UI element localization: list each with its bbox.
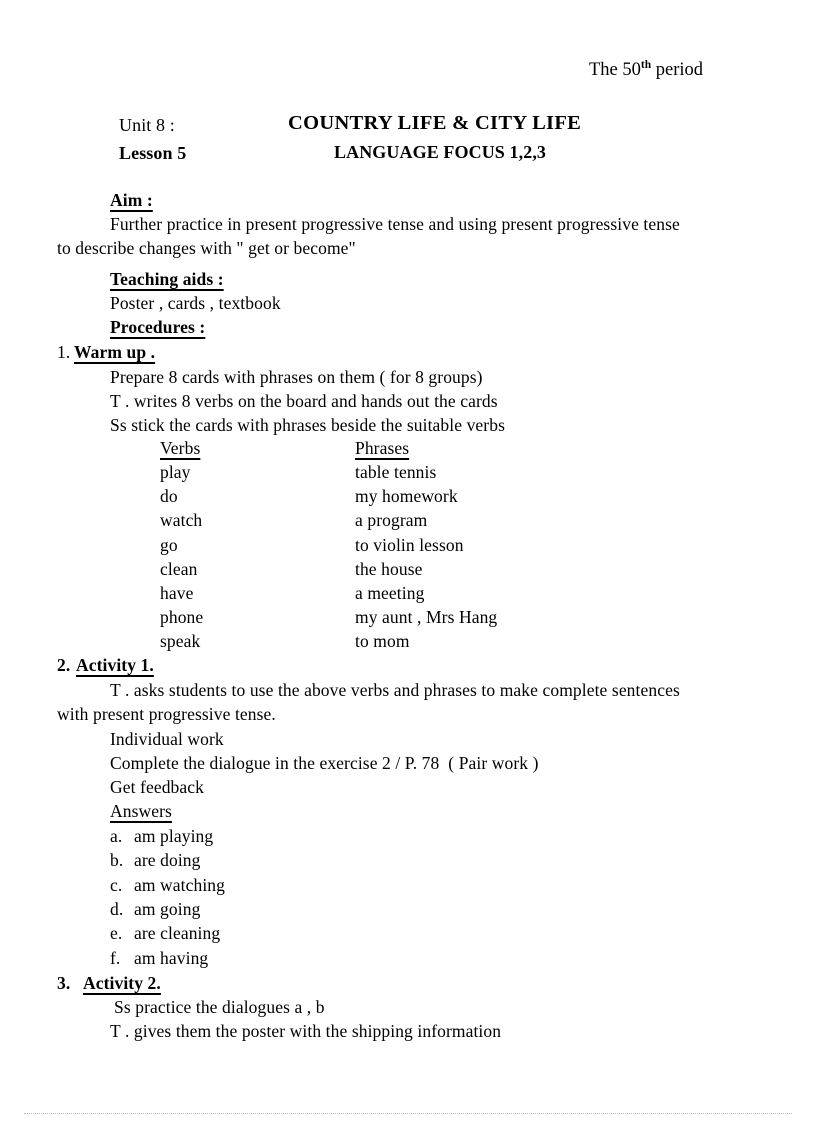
activity-2-heading: Activity 2. — [83, 973, 161, 993]
answer-letter: d. — [110, 899, 124, 919]
page-title: COUNTRY LIFE & CITY LIFE — [288, 112, 582, 134]
table-header-phrases: Phrases — [355, 438, 410, 458]
answers-heading: Answers — [110, 801, 172, 821]
table-row: a program — [355, 510, 428, 530]
activity-1-sub-line-1: Individual work — [110, 729, 224, 749]
table-row: watch — [160, 510, 203, 530]
activity-1-heading: Activity 1. — [76, 655, 154, 675]
table-row: phone — [160, 607, 204, 627]
table-row: clean — [160, 559, 198, 579]
page-subtitle: LANGUAGE FOCUS 1,2,3 — [334, 142, 547, 162]
activity-1-line-2: with present progressive tense. — [57, 704, 276, 724]
lesson-label: Lesson 5 — [119, 143, 187, 163]
document-page: The 50th period Unit 8 : Lesson 5 COUNTR… — [0, 0, 816, 1123]
answer-letter: a. — [110, 826, 123, 846]
aim-line-2: to describe changes with " get or become… — [57, 238, 356, 258]
aim-line-1: Further practice in present progressive … — [110, 214, 680, 234]
activity-1-sub-line-2: Complete the dialogue in the exercise 2 … — [110, 753, 539, 773]
table-row: the house — [355, 559, 423, 579]
aim-heading: Aim : — [110, 190, 153, 210]
activity-2-line-2: T . gives them the poster with the shipp… — [110, 1021, 502, 1041]
warm-up-line-2: T . writes 8 verbs on the board and hand… — [110, 391, 498, 411]
table-header-verbs: Verbs — [160, 438, 201, 458]
answer-text: am playing — [134, 826, 214, 846]
table-row: speak — [160, 631, 201, 651]
table-row: my homework — [355, 486, 458, 506]
activity-2-line-1: Ss practice the dialogues a , b — [114, 997, 325, 1017]
procedures-heading: Procedures : — [110, 317, 206, 337]
period-suffix: period — [651, 60, 704, 80]
period-label: The 50th period — [589, 58, 704, 81]
activity-1-sub-line-3: Get feedback — [110, 777, 204, 797]
table-row: to mom — [355, 631, 410, 651]
teaching-aids-heading: Teaching aids : — [110, 269, 224, 289]
answer-letter: b. — [110, 850, 124, 870]
table-row: go — [160, 535, 178, 555]
table-row: play — [160, 462, 191, 482]
footer-divider — [24, 1113, 792, 1114]
answer-letter: c. — [110, 875, 123, 895]
answer-text: am having — [134, 948, 209, 968]
teaching-aids-line-1: Poster , cards , textbook — [110, 293, 281, 313]
table-row: to violin lesson — [355, 535, 464, 555]
warm-up-line-3: Ss stick the cards with phrases beside t… — [110, 415, 505, 435]
table-row: my aunt , Mrs Hang — [355, 607, 498, 627]
unit-label: Unit 8 : — [119, 115, 175, 135]
answer-text: am going — [134, 899, 201, 919]
answer-letter: e. — [110, 923, 123, 943]
table-row: table tennis — [355, 462, 437, 482]
table-row: do — [160, 486, 178, 506]
answer-letter: f. — [110, 948, 121, 968]
warm-up-line-1: Prepare 8 cards with phrases on them ( f… — [110, 367, 483, 387]
period-superscript: th — [640, 58, 652, 71]
warm-up-heading: Warm up . — [74, 342, 156, 362]
answer-text: are doing — [134, 850, 201, 870]
period-prefix: The 50 — [589, 60, 641, 80]
activity-1-number: 2. — [57, 655, 71, 675]
answer-text: am watching — [134, 875, 226, 895]
activity-2-number: 3. — [57, 973, 71, 993]
activity-1-line-1: T . asks students to use the above verbs… — [110, 680, 680, 700]
table-row: a meeting — [355, 583, 425, 603]
table-row: have — [160, 583, 194, 603]
answer-text: are cleaning — [134, 923, 221, 943]
warm-up-number: 1. — [57, 342, 71, 362]
